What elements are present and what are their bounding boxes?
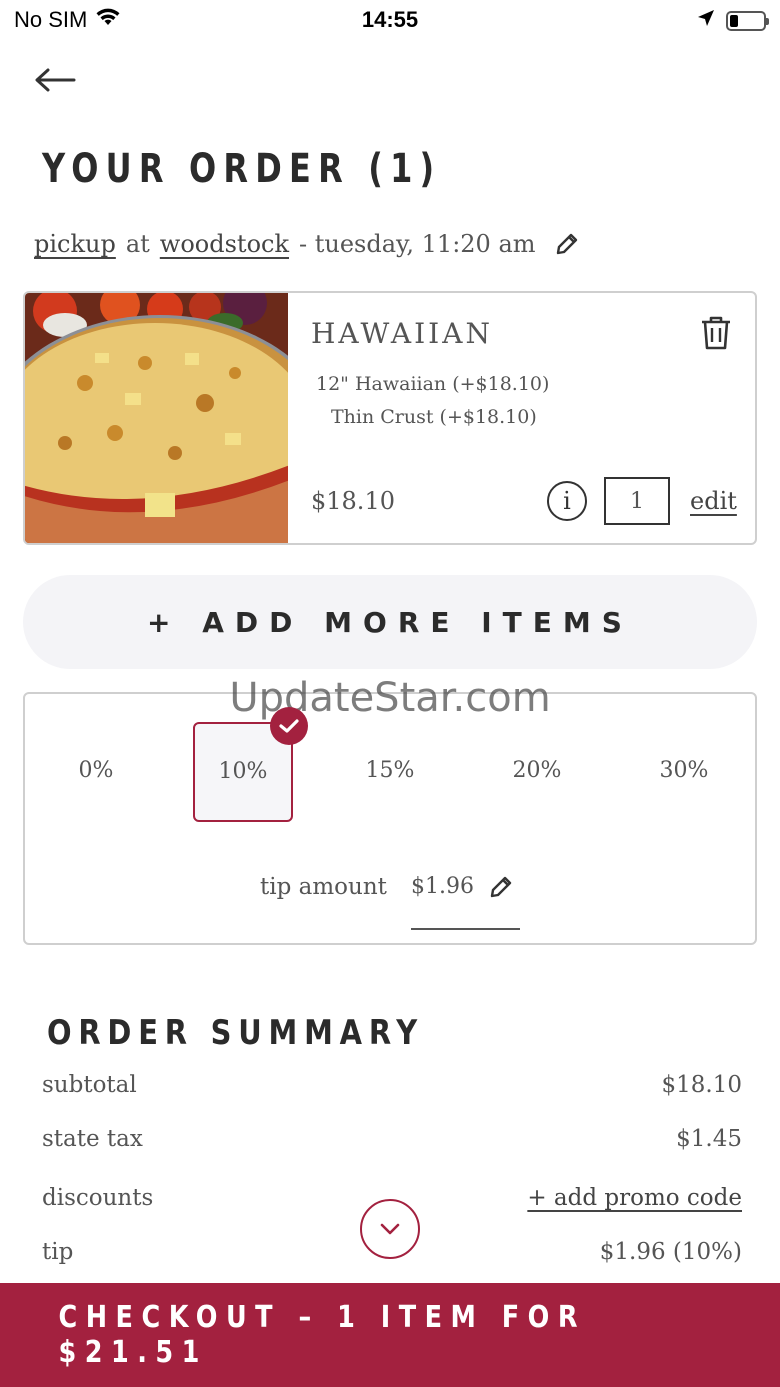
tip-amount-underline — [411, 928, 520, 930]
item-option: Thin Crust (+$18.10) — [331, 406, 537, 428]
checkmark-icon — [279, 719, 299, 733]
order-mode-link[interactable]: pickup — [34, 230, 116, 258]
cart-item-card: HAWAIIAN 12" Hawaiian (+$18.10) Thin Cru… — [23, 291, 757, 545]
tip-amount-label: tip amount — [260, 874, 387, 900]
order-at-text: at — [125, 230, 150, 258]
item-image — [25, 293, 288, 543]
discounts-label: discounts — [42, 1185, 154, 1211]
order-summary-title: ORDER SUMMARY — [47, 1013, 425, 1053]
battery-icon — [726, 10, 769, 31]
order-schedule: - tuesday, 11:20 am — [299, 230, 536, 258]
trash-icon — [702, 316, 730, 350]
tip-label: tip — [42, 1239, 74, 1265]
tip-option-30[interactable]: 30% — [634, 758, 734, 783]
tip-amount-field[interactable]: $1.96 — [411, 874, 474, 899]
item-option: 12" Hawaiian (+$18.10) — [316, 373, 550, 395]
add-more-items-label: + ADD MORE ITEMS — [147, 605, 633, 639]
tip-selector-card — [23, 692, 757, 945]
scroll-down-button[interactable] — [360, 1199, 420, 1259]
chevron-down-icon — [380, 1223, 400, 1235]
location-link[interactable]: woodstock — [160, 230, 289, 258]
order-details-line: pickup at woodstock - tuesday, 11:20 am — [34, 230, 580, 258]
tip-option-20[interactable]: 20% — [487, 758, 587, 783]
edit-order-details-button[interactable] — [554, 231, 580, 257]
quantity-input[interactable] — [604, 477, 670, 525]
tax-label: state tax — [42, 1126, 143, 1152]
arrow-left-icon — [35, 68, 76, 92]
edit-item-link[interactable]: edit — [690, 487, 737, 515]
tip-option-15[interactable]: 15% — [340, 758, 440, 783]
page-title: YOUR ORDER (1) — [42, 146, 442, 192]
delete-item-button[interactable] — [699, 315, 733, 355]
info-icon: i — [563, 487, 571, 515]
item-info-button[interactable]: i — [547, 481, 587, 521]
pizza-image — [25, 293, 288, 543]
back-button[interactable] — [34, 60, 80, 100]
tip-value: $1.96 (10%) — [599, 1239, 742, 1265]
pencil-icon — [490, 876, 512, 898]
clock: 14:55 — [361, 7, 419, 32]
tax-value: $1.45 — [676, 1126, 742, 1152]
edit-tip-button[interactable] — [488, 874, 514, 904]
item-price: $18.10 — [311, 487, 395, 515]
location-arrow-icon — [696, 8, 716, 33]
item-name: HAWAIIAN — [311, 317, 493, 350]
status-icons — [696, 8, 769, 33]
add-promo-code-link[interactable]: + add promo code — [527, 1185, 742, 1211]
tip-option-0[interactable]: 0% — [46, 758, 146, 783]
status-bar: No SIM 14:55 — [0, 0, 780, 40]
pencil-icon — [556, 233, 577, 255]
subtotal-label: subtotal — [42, 1072, 137, 1098]
subtotal-value: $18.10 — [661, 1072, 742, 1098]
watermark: UpdateStar.com — [229, 675, 551, 721]
selected-check-badge — [270, 707, 308, 745]
add-more-items-button[interactable]: + ADD MORE ITEMS — [23, 575, 757, 669]
checkout-label: CHECKOUT – 1 ITEM FOR $21.51 — [58, 1300, 587, 1370]
battery-level — [730, 14, 738, 27]
checkout-button[interactable]: CHECKOUT – 1 ITEM FOR $21.51 — [0, 1283, 780, 1387]
